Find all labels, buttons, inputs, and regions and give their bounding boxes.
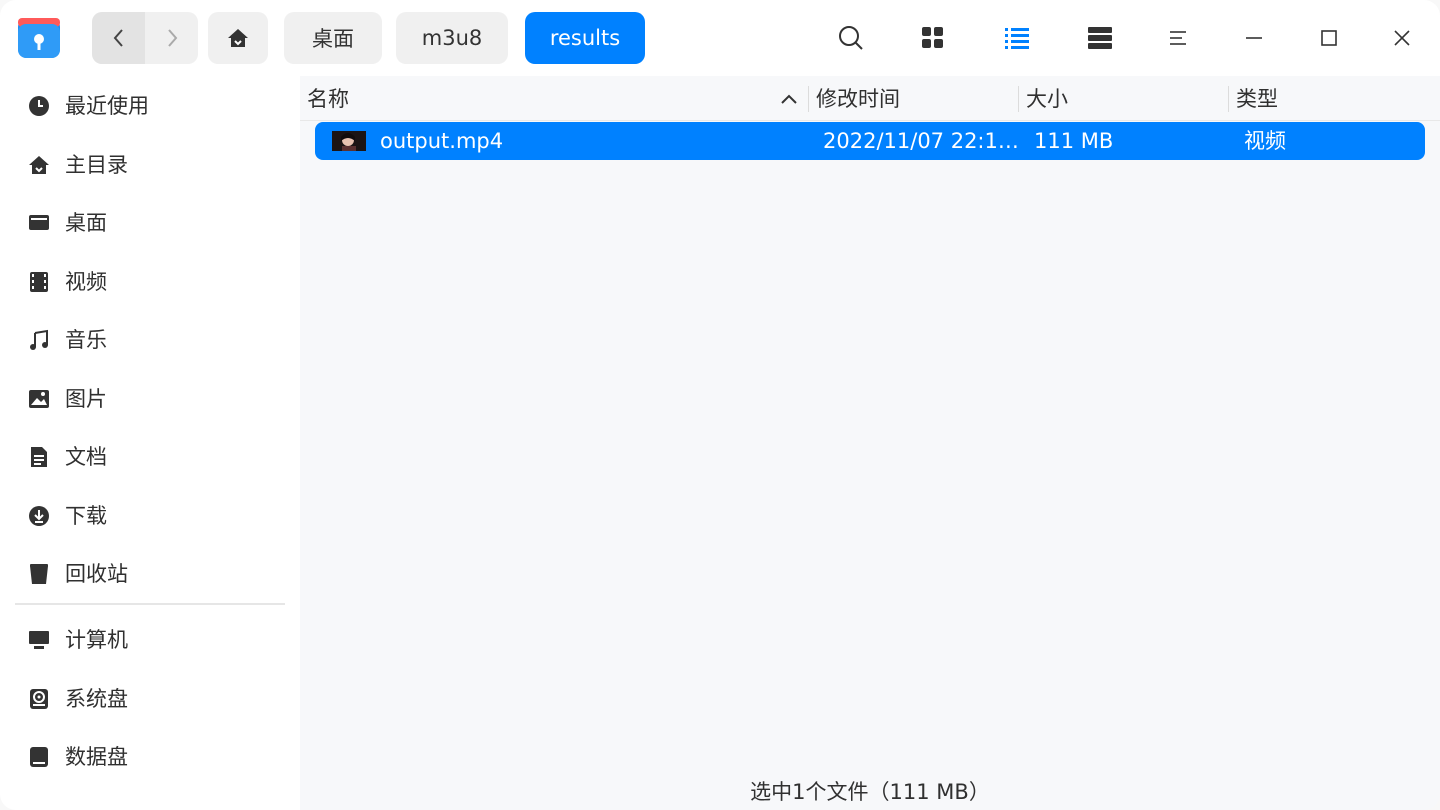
sidebar-item-downloads[interactable]: 下载	[0, 493, 300, 539]
close-icon[interactable]	[1384, 20, 1420, 56]
search-icon[interactable]	[833, 20, 869, 56]
sidebar-item-label: 计算机	[65, 628, 128, 652]
sidebar-item-music[interactable]: 音乐	[0, 317, 300, 363]
sidebar-item-label: 下载	[65, 504, 107, 528]
menu-icon[interactable]	[1160, 20, 1196, 56]
document-icon	[27, 445, 51, 469]
column-separator[interactable]	[1018, 86, 1019, 112]
sidebar-item-label: 回收站	[65, 562, 128, 586]
breadcrumb-home[interactable]	[208, 12, 268, 64]
download-icon	[27, 504, 51, 528]
file-size: 111 MB	[1034, 129, 1114, 153]
data-disk-icon	[27, 745, 51, 769]
sidebar-item-documents[interactable]: 文档	[0, 434, 300, 480]
breadcrumb-desktop[interactable]: 桌面	[284, 12, 382, 64]
sidebar-item-computer[interactable]: 计算机	[0, 617, 300, 663]
sidebar-item-label: 文档	[65, 445, 107, 469]
column-separator[interactable]	[808, 86, 809, 112]
list-view-icon[interactable]	[999, 20, 1035, 56]
music-icon	[27, 328, 51, 352]
sidebar-item-label: 系统盘	[65, 687, 128, 711]
column-separator[interactable]	[1228, 86, 1229, 112]
sidebar-item-label: 图片	[65, 387, 107, 411]
chevron-right-icon	[167, 29, 177, 47]
app-logo-icon[interactable]	[16, 14, 62, 60]
video-icon	[27, 270, 51, 294]
detail-view-icon[interactable]	[1082, 20, 1118, 56]
column-header-name[interactable]: 名称	[307, 76, 349, 120]
minimize-icon[interactable]	[1236, 20, 1272, 56]
sidebar-item-label: 最近使用	[65, 94, 149, 118]
home-icon	[228, 29, 248, 47]
clock-icon	[27, 94, 51, 118]
sidebar-item-label: 桌面	[65, 211, 107, 235]
home-icon	[27, 153, 51, 177]
sidebar-item-system-disk[interactable]: 系统盘	[0, 676, 300, 722]
breadcrumb-m3u8[interactable]: m3u8	[396, 12, 508, 64]
sidebar-item-label: 主目录	[65, 153, 128, 177]
sidebar-divider	[15, 603, 285, 605]
forward-button[interactable]	[145, 12, 198, 64]
column-header-modified[interactable]: 修改时间	[816, 76, 900, 120]
column-header-type[interactable]: 类型	[1236, 76, 1278, 120]
sidebar-item-videos[interactable]: 视频	[0, 259, 300, 305]
back-button[interactable]	[92, 12, 145, 64]
sidebar-item-desktop[interactable]: 桌面	[0, 200, 300, 246]
file-modified: 2022/11/07 22:1…	[823, 129, 1019, 153]
sidebar-item-label: 视频	[65, 270, 107, 294]
table-row[interactable]: output.mp4 2022/11/07 22:1… 111 MB 视频	[315, 122, 1425, 160]
trash-icon	[27, 562, 51, 586]
header-divider	[300, 120, 1440, 121]
sidebar-item-recent[interactable]: 最近使用	[0, 83, 300, 129]
file-name: output.mp4	[380, 129, 504, 153]
picture-icon	[27, 387, 51, 411]
navigation-buttons	[92, 12, 198, 64]
file-manager-window: 桌面 m3u8 results 最近使用 主目录 桌面 视频 音乐 图片 文档 …	[0, 0, 1440, 810]
titlebar: 桌面 m3u8 results	[0, 0, 1440, 76]
status-bar: 选中1个文件（111 MB）	[750, 780, 990, 804]
sort-ascending-icon[interactable]	[780, 90, 798, 109]
sidebar-item-label: 音乐	[65, 328, 107, 352]
sidebar-item-pictures[interactable]: 图片	[0, 376, 300, 422]
column-header-size[interactable]: 大小	[1026, 76, 1068, 120]
sidebar: 最近使用 主目录 桌面 视频 音乐 图片 文档 下载 回收站 计算机 系统盘 数…	[0, 76, 300, 810]
sidebar-item-data-disk[interactable]: 数据盘	[0, 734, 300, 780]
icon-view-icon[interactable]	[915, 20, 951, 56]
system-disk-icon	[27, 687, 51, 711]
sidebar-item-home[interactable]: 主目录	[0, 142, 300, 188]
desktop-icon	[27, 211, 51, 235]
sidebar-item-label: 数据盘	[65, 745, 128, 769]
chevron-left-icon	[113, 29, 123, 47]
breadcrumb-results[interactable]: results	[525, 12, 645, 64]
computer-icon	[27, 628, 51, 652]
file-list-area: 名称 修改时间 大小 类型 output.mp4 2022/11/07 22:1…	[300, 76, 1440, 810]
video-thumbnail	[332, 131, 366, 151]
file-type: 视频	[1244, 129, 1286, 153]
sidebar-item-trash[interactable]: 回收站	[0, 551, 300, 597]
maximize-icon[interactable]	[1311, 20, 1347, 56]
